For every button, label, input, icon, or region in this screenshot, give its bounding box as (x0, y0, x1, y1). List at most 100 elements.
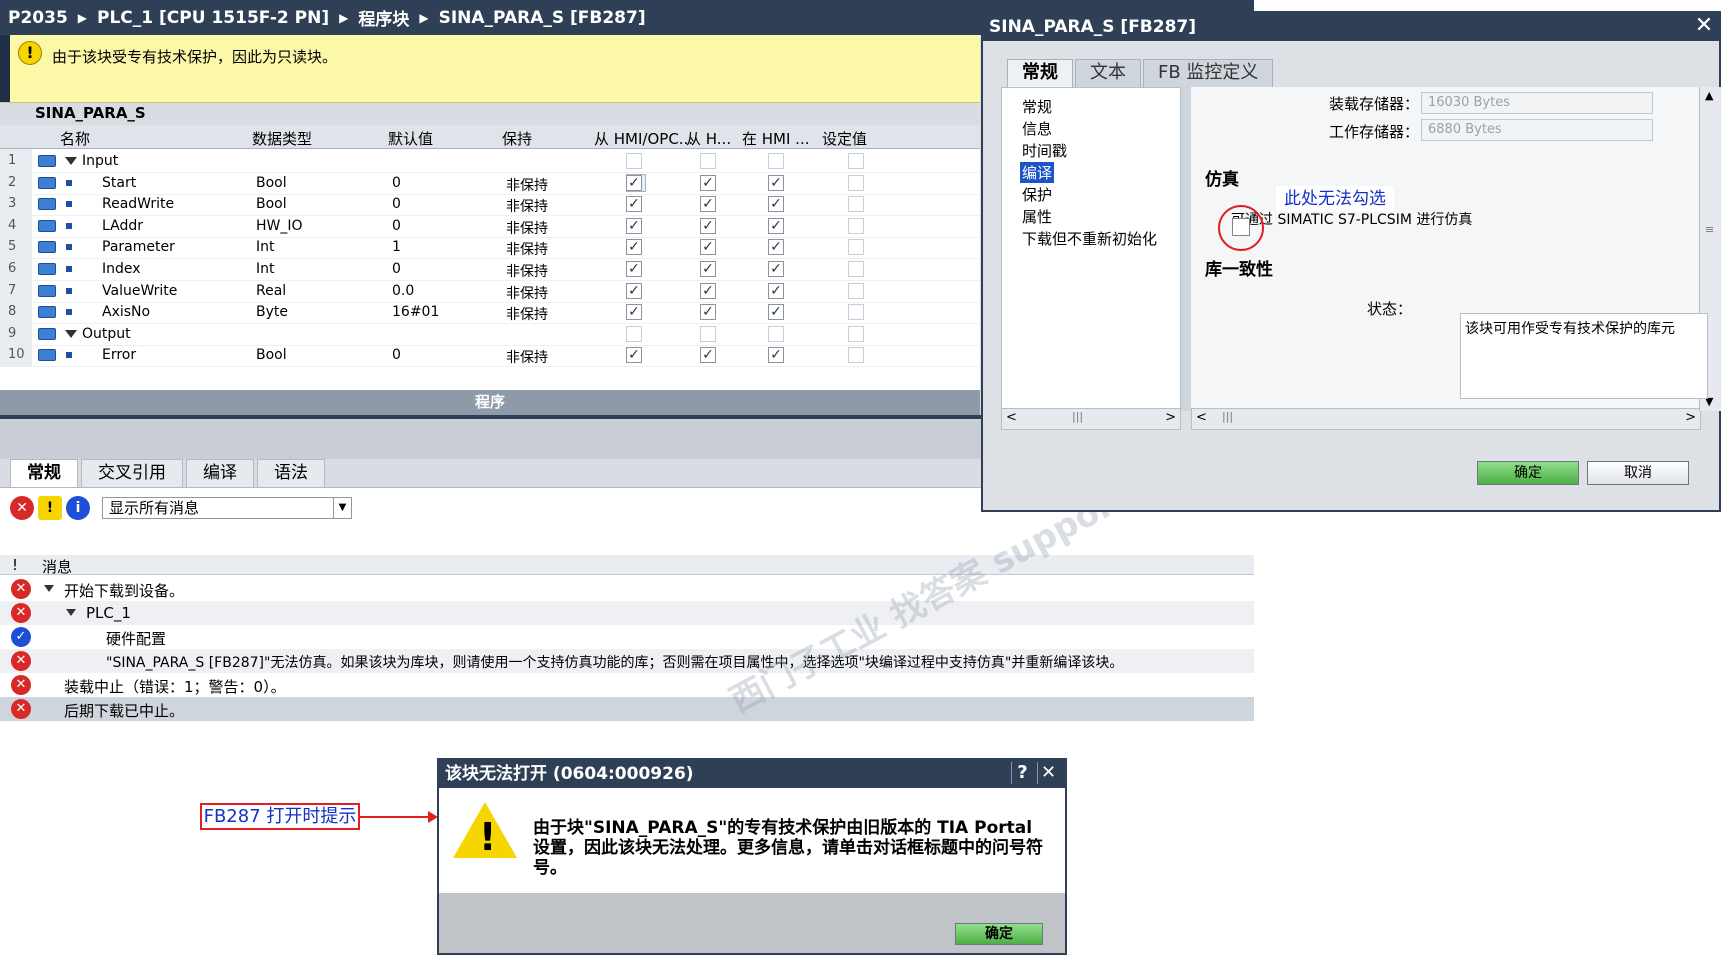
col-datatype[interactable]: 数据类型 (252, 128, 312, 149)
param-name[interactable]: AxisNo (102, 304, 150, 320)
breadcrumb-project[interactable]: P2035 (8, 8, 68, 28)
chevron-left-icon[interactable]: < (1196, 410, 1207, 425)
chevron-left-icon[interactable]: < (1006, 410, 1017, 425)
checkbox[interactable] (848, 347, 864, 364)
param-retain[interactable]: 非保持 (506, 347, 548, 367)
row-number[interactable]: 7 (0, 278, 32, 303)
chevron-up-icon[interactable]: ▲ (1705, 89, 1713, 102)
param-default[interactable]: 16#01 (392, 304, 439, 320)
expand-triangle-icon[interactable] (66, 609, 76, 616)
checkbox[interactable]: ✓ (700, 347, 716, 364)
tab-text[interactable]: 文本 (1075, 59, 1141, 87)
checkbox[interactable] (848, 196, 864, 213)
message-row[interactable]: ✕ 装载中止（错误：1；警告：0）。 (0, 673, 1254, 697)
tab-fb-monitoring[interactable]: FB 监控定义 (1143, 59, 1274, 87)
col-hmi-opc[interactable]: 从 HMI/OPC... (594, 128, 693, 149)
scroll-thumb[interactable]: ≡ (1705, 223, 1714, 236)
row-number[interactable]: 4 (0, 213, 32, 238)
checkbox[interactable]: ✓ (768, 282, 784, 299)
param-name[interactable]: Start (102, 175, 136, 191)
checkbox[interactable]: ✓ (626, 282, 642, 299)
cancel-button[interactable]: 取消 (1587, 461, 1689, 485)
scroll-thumb[interactable]: ||| (1222, 410, 1233, 423)
table-row[interactable]: 8 AxisNo Byte 16#01 非保持 ✓ ✓ ✓ (0, 300, 980, 325)
table-row[interactable]: 7 ValueWrite Real 0.0 非保持 ✓ ✓ ✓ (0, 278, 980, 303)
checkbox[interactable]: ✓ (626, 304, 642, 321)
checkbox[interactable] (848, 174, 864, 191)
col-default[interactable]: 默认值 (388, 128, 433, 149)
param-default[interactable]: 0 (392, 175, 401, 191)
message-row[interactable]: ✕ 后期下载已中止。 (0, 697, 1254, 721)
chevron-right-icon[interactable]: > (1165, 410, 1176, 425)
row-number[interactable]: 10 (0, 343, 32, 368)
ok-button[interactable]: 确定 (955, 923, 1043, 945)
tab-general[interactable]: 常规 (10, 459, 78, 487)
checkbox[interactable]: ✓ (700, 261, 716, 277)
checkbox[interactable]: ✓ (768, 174, 784, 191)
nav-information[interactable]: 信息 (1022, 118, 1052, 139)
param-datatype[interactable]: Int (256, 261, 275, 277)
checkbox[interactable]: ✓ (626, 217, 642, 234)
checkbox[interactable]: ✓ (768, 304, 784, 321)
param-datatype[interactable]: Byte (256, 304, 288, 320)
nav-compile[interactable]: 编译 (1020, 162, 1055, 183)
col-name[interactable]: 名称 (60, 128, 90, 149)
param-default[interactable]: 0 (392, 196, 401, 212)
param-default[interactable]: 0.0 (392, 283, 414, 299)
row-number[interactable]: 1 (0, 149, 32, 173)
checkbox[interactable]: ✓ (768, 347, 784, 364)
checkbox[interactable]: ✓ (626, 196, 642, 213)
row-number[interactable]: 2 (0, 170, 32, 195)
param-name[interactable]: Output (82, 326, 131, 342)
table-row[interactable]: 1 Input (0, 149, 980, 173)
col-from-h[interactable]: 从 H... (686, 128, 731, 149)
row-number[interactable]: 9 (0, 321, 32, 346)
tab-general[interactable]: 常规 (1007, 59, 1073, 87)
checkbox[interactable] (848, 217, 864, 234)
program-section-bar[interactable]: 程序 (0, 390, 980, 415)
table-row[interactable]: 9 Output (0, 321, 980, 346)
param-name[interactable]: Input (82, 153, 118, 169)
param-name[interactable]: ValueWrite (102, 283, 177, 299)
filter-errors-icon[interactable]: ✕ (10, 496, 34, 520)
checkbox[interactable]: ✓ (700, 196, 716, 213)
checkbox[interactable]: ✓ (626, 261, 642, 277)
table-row[interactable]: 5 Parameter Int 1 非保持 ✓ ✓ ✓ (0, 235, 980, 260)
filter-warnings-icon[interactable]: ! (38, 496, 62, 520)
message-row[interactable]: ✕ "SINA_PARA_S [FB287]"无法仿真。如果该块为库块，则请使用… (0, 649, 1254, 673)
checkbox[interactable]: ✓ (700, 174, 716, 191)
checkbox[interactable] (848, 239, 864, 256)
param-datatype[interactable]: Bool (256, 175, 287, 191)
checkbox[interactable] (700, 325, 716, 342)
checkbox[interactable] (700, 153, 716, 169)
nav-attributes[interactable]: 属性 (1022, 206, 1052, 227)
col-severity[interactable]: ! (12, 556, 18, 574)
scroll-thumb[interactable]: ||| (1072, 410, 1083, 423)
checkbox[interactable] (848, 153, 864, 169)
checkbox[interactable]: ✓ (700, 217, 716, 234)
pane-splitter[interactable] (1181, 87, 1191, 411)
expand-triangle-icon[interactable] (65, 329, 77, 338)
tab-syntax[interactable]: 语法 (257, 459, 325, 487)
checkbox[interactable] (848, 304, 864, 321)
filter-info-icon[interactable]: i (66, 496, 90, 520)
param-name[interactable]: Parameter (102, 239, 175, 255)
param-default[interactable]: 0 (392, 261, 401, 277)
message-row[interactable]: ✓ 硬件配置 (0, 625, 1254, 649)
col-retain[interactable]: 保持 (502, 128, 532, 149)
close-icon[interactable]: ✕ (1037, 762, 1059, 784)
param-default[interactable]: 0 (392, 347, 401, 363)
table-row[interactable]: 2StartBool0非保持▼✓✓✓ (0, 170, 980, 195)
row-number[interactable]: 8 (0, 300, 32, 325)
row-number[interactable]: 6 (0, 257, 32, 281)
row-number[interactable]: 5 (0, 235, 32, 260)
param-datatype[interactable]: Bool (256, 196, 287, 212)
param-default[interactable]: 0 (392, 218, 401, 234)
checkbox[interactable] (848, 282, 864, 299)
expand-triangle-icon[interactable] (44, 585, 54, 592)
breadcrumb-plc[interactable]: PLC_1 [CPU 1515F-2 PN] (97, 8, 329, 28)
nav-horizontal-scrollbar[interactable]: < ||| > (1001, 408, 1181, 430)
table-row[interactable]: 4 LAddr HW_IO 0 非保持 ✓ ✓ ✓ (0, 213, 980, 238)
nav-download-without-reinit[interactable]: 下载但不重新初始化 (1022, 228, 1157, 249)
checkbox[interactable]: ✓ (700, 239, 716, 256)
